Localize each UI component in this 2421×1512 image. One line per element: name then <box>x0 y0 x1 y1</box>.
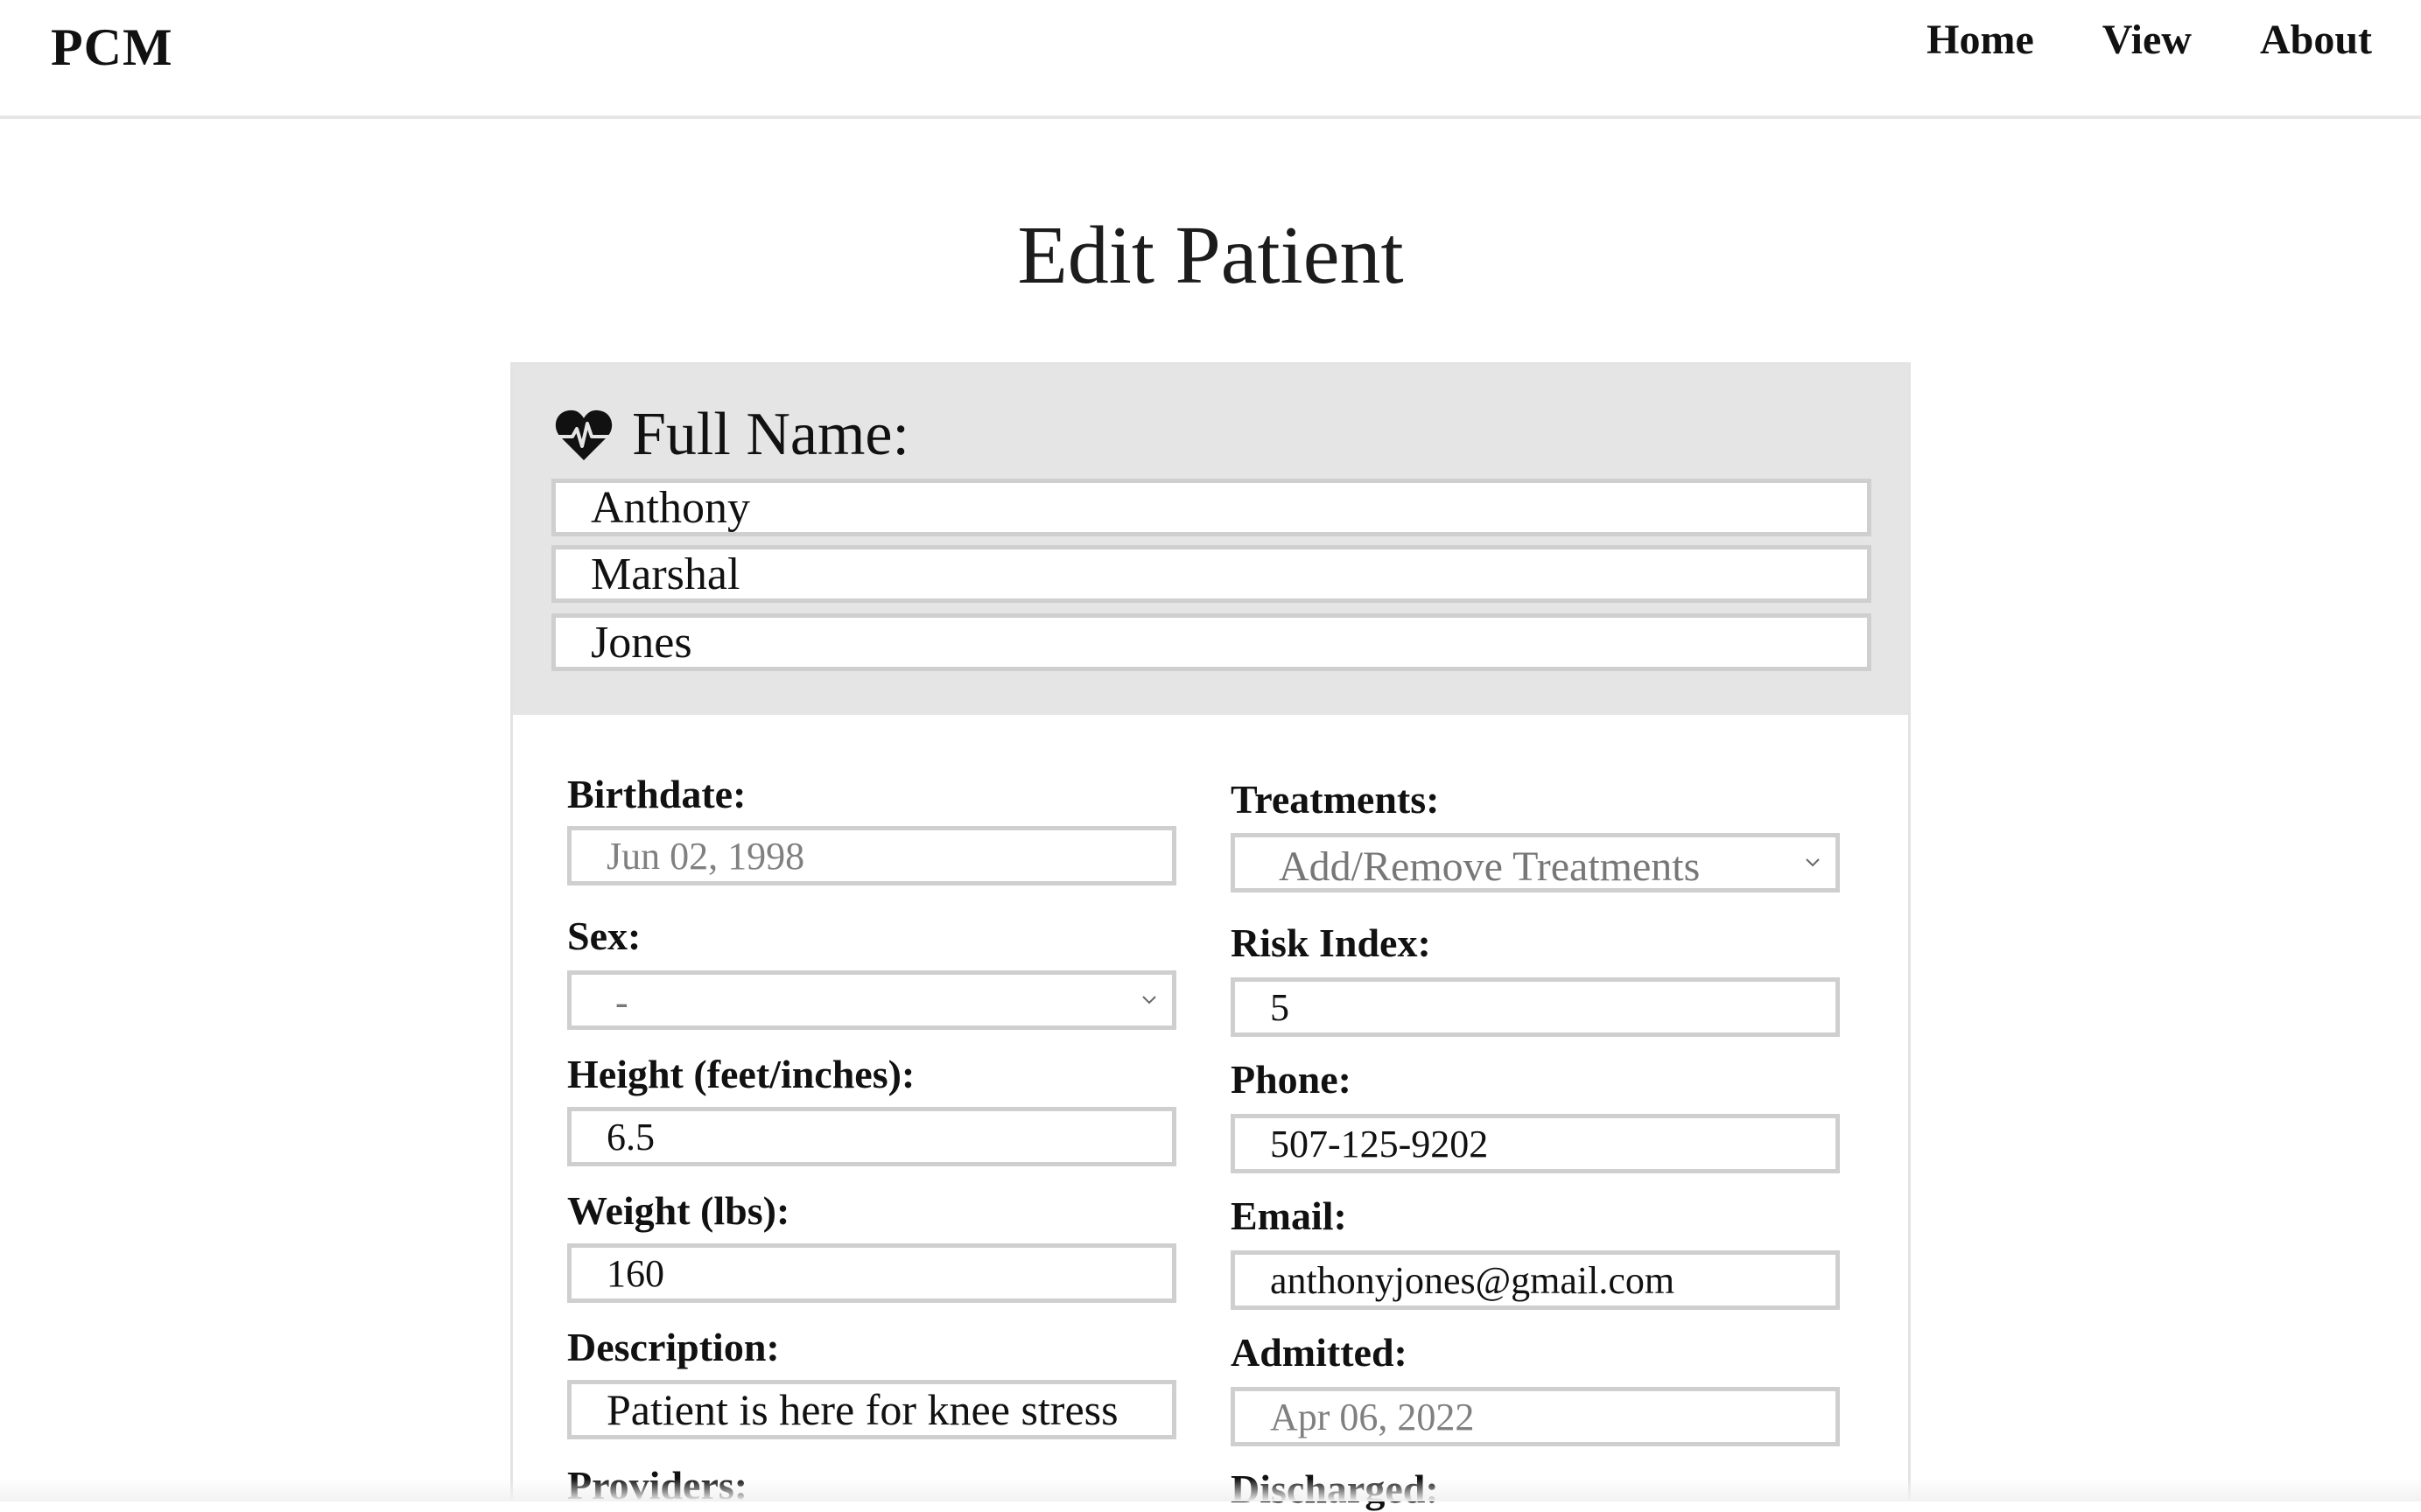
full-name-section: Full Name: <box>513 365 1908 715</box>
page-title: Edit Patient <box>1017 210 1404 301</box>
birthdate-label: Birthdate: <box>567 772 747 816</box>
email-input[interactable] <box>1231 1250 1840 1310</box>
last-name-input[interactable] <box>551 613 1871 671</box>
bottom-fade <box>0 1479 2421 1502</box>
full-name-label-row: Full Name: <box>555 400 909 470</box>
risk-index-label: Risk Index: <box>1231 920 1431 965</box>
admitted-input[interactable] <box>1231 1387 1840 1446</box>
brand-logo[interactable]: PCM <box>51 18 173 78</box>
chevron-down-icon <box>1806 858 1820 867</box>
treatments-select[interactable]: Add/Remove Treatments <box>1231 833 1840 892</box>
weight-label: Weight (lbs): <box>567 1188 790 1233</box>
weight-input[interactable] <box>567 1243 1176 1303</box>
heart-pulse-icon <box>555 408 613 462</box>
nav-about-link[interactable]: About <box>2260 16 2372 64</box>
phone-input[interactable] <box>1231 1114 1840 1173</box>
admitted-label: Admitted: <box>1231 1330 1407 1375</box>
main-nav: Home View About <box>1926 16 2372 64</box>
sex-select[interactable]: - <box>567 970 1176 1030</box>
description-label: Description: <box>567 1325 780 1369</box>
phone-label: Phone: <box>1231 1057 1351 1102</box>
chevron-down-icon <box>1142 996 1156 1004</box>
description-input[interactable] <box>567 1380 1176 1439</box>
email-label: Email: <box>1231 1194 1347 1238</box>
height-label: Height (feet/inches): <box>567 1052 916 1096</box>
sex-label: Sex: <box>567 914 642 958</box>
sex-select-value: - <box>615 981 628 1024</box>
nav-home-link[interactable]: Home <box>1926 16 2034 64</box>
nav-view-link[interactable]: View <box>2102 16 2192 64</box>
height-input[interactable] <box>567 1107 1176 1166</box>
birthdate-input[interactable] <box>567 826 1176 886</box>
treatments-select-value: Add/Remove Treatments <box>1279 844 1701 890</box>
edit-patient-form: Full Name: Birthdate: Sex: - Height (fee… <box>510 362 1911 1511</box>
risk-index-input[interactable] <box>1231 977 1840 1037</box>
top-navbar: PCM Home View About <box>0 0 2421 119</box>
first-name-input[interactable] <box>551 479 1871 536</box>
full-name-label: Full Name: <box>632 401 909 468</box>
treatments-label: Treatments: <box>1231 777 1440 822</box>
middle-name-input[interactable] <box>551 545 1871 603</box>
